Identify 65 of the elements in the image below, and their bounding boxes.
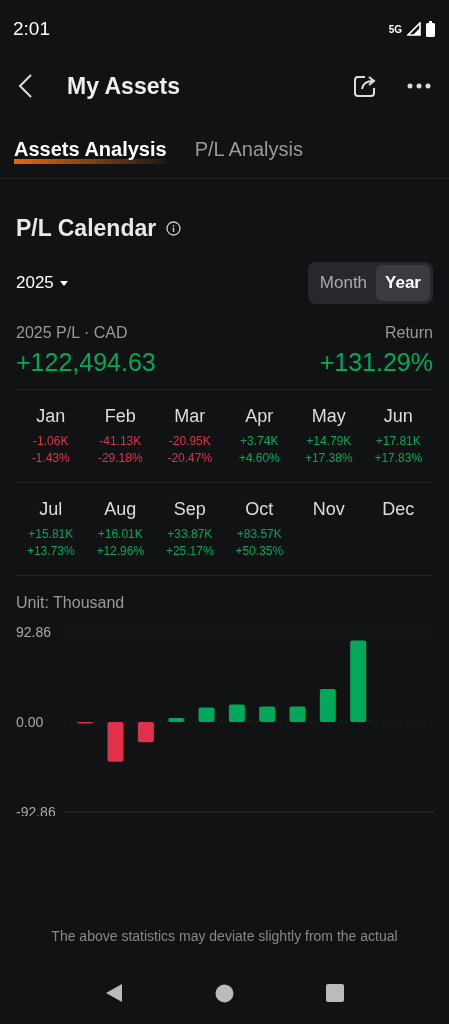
month-name: Feb xyxy=(104,406,136,427)
month-name: Apr xyxy=(245,406,274,427)
month-return: -20.47% xyxy=(167,450,213,467)
unit-label: Unit: Thousand xyxy=(15,593,126,613)
month-return: +50.35% xyxy=(235,543,284,560)
footnote: The above statistics may deviate slightly from the actual xyxy=(50,928,399,944)
month-pl: +33.87K xyxy=(167,526,213,543)
month-name: Sep xyxy=(173,499,206,520)
network-label: 5G xyxy=(388,23,402,35)
home-nav-icon[interactable] xyxy=(215,983,234,1003)
more-icon[interactable] xyxy=(407,83,431,89)
year-dropdown[interactable]: 2025 xyxy=(16,273,68,293)
bar xyxy=(228,704,245,722)
month-pl: -20.95K xyxy=(168,433,211,450)
back-nav-icon[interactable] xyxy=(105,983,123,1003)
info-icon[interactable] xyxy=(166,221,182,236)
period-option[interactable]: Month xyxy=(310,265,377,301)
bar xyxy=(259,706,276,722)
page-title: My Assets xyxy=(67,72,180,100)
section-title: P/L Calendar xyxy=(16,215,157,242)
pl-value: +122,494.63 xyxy=(16,348,156,377)
share-icon[interactable] xyxy=(353,74,377,98)
month-pl: +83.57K xyxy=(236,526,282,543)
month-name: Oct xyxy=(245,499,274,520)
bar xyxy=(319,689,336,722)
month-pl: -41.13K xyxy=(99,433,142,450)
month-pl: +3.74K xyxy=(240,433,279,450)
bar xyxy=(107,722,124,762)
status-time: 2:01 xyxy=(13,18,50,40)
month-return: +17.38% xyxy=(304,450,353,467)
period-option[interactable]: Year xyxy=(376,265,430,301)
month-name: May xyxy=(311,406,346,427)
pl-label: 2025 P/L · CAD xyxy=(16,324,128,342)
bar xyxy=(198,707,215,722)
month-name: Jan xyxy=(36,406,66,427)
month-name: Jul xyxy=(39,499,63,520)
month-pl: +15.81K xyxy=(28,526,74,543)
month-return: +17.83% xyxy=(374,450,423,467)
month-pl: +14.79K xyxy=(306,433,352,450)
month-name: Aug xyxy=(104,499,137,520)
month-name: Dec xyxy=(382,499,415,520)
month-return: -1.43% xyxy=(31,450,70,467)
month-pl: +17.81K xyxy=(375,433,421,450)
month-return: +25.17% xyxy=(165,543,214,560)
return-label: Return xyxy=(384,324,433,342)
battery-icon xyxy=(426,21,435,37)
tab[interactable]: P/L Analysis xyxy=(194,134,303,164)
signal-icon xyxy=(407,22,421,36)
month-return: +13.73% xyxy=(26,543,75,560)
caret-icon xyxy=(59,280,68,286)
bar xyxy=(137,722,154,743)
month-return: -29.18% xyxy=(97,450,143,467)
bar xyxy=(168,718,185,722)
back-icon[interactable] xyxy=(17,73,33,99)
return-value: +131.29% xyxy=(319,348,433,377)
axis-label: 92.86 xyxy=(16,624,52,640)
month-name: Jun xyxy=(383,406,413,427)
month-return: +4.60% xyxy=(238,450,280,467)
month-name: Nov xyxy=(312,499,345,520)
month-name: Mar xyxy=(174,406,206,427)
axis-label: 0.00 xyxy=(16,714,44,730)
month-return: +12.96% xyxy=(96,543,145,560)
month-pl: +16.01K xyxy=(97,526,143,543)
month-pl: -1.06K xyxy=(33,433,69,450)
bar xyxy=(289,706,306,722)
